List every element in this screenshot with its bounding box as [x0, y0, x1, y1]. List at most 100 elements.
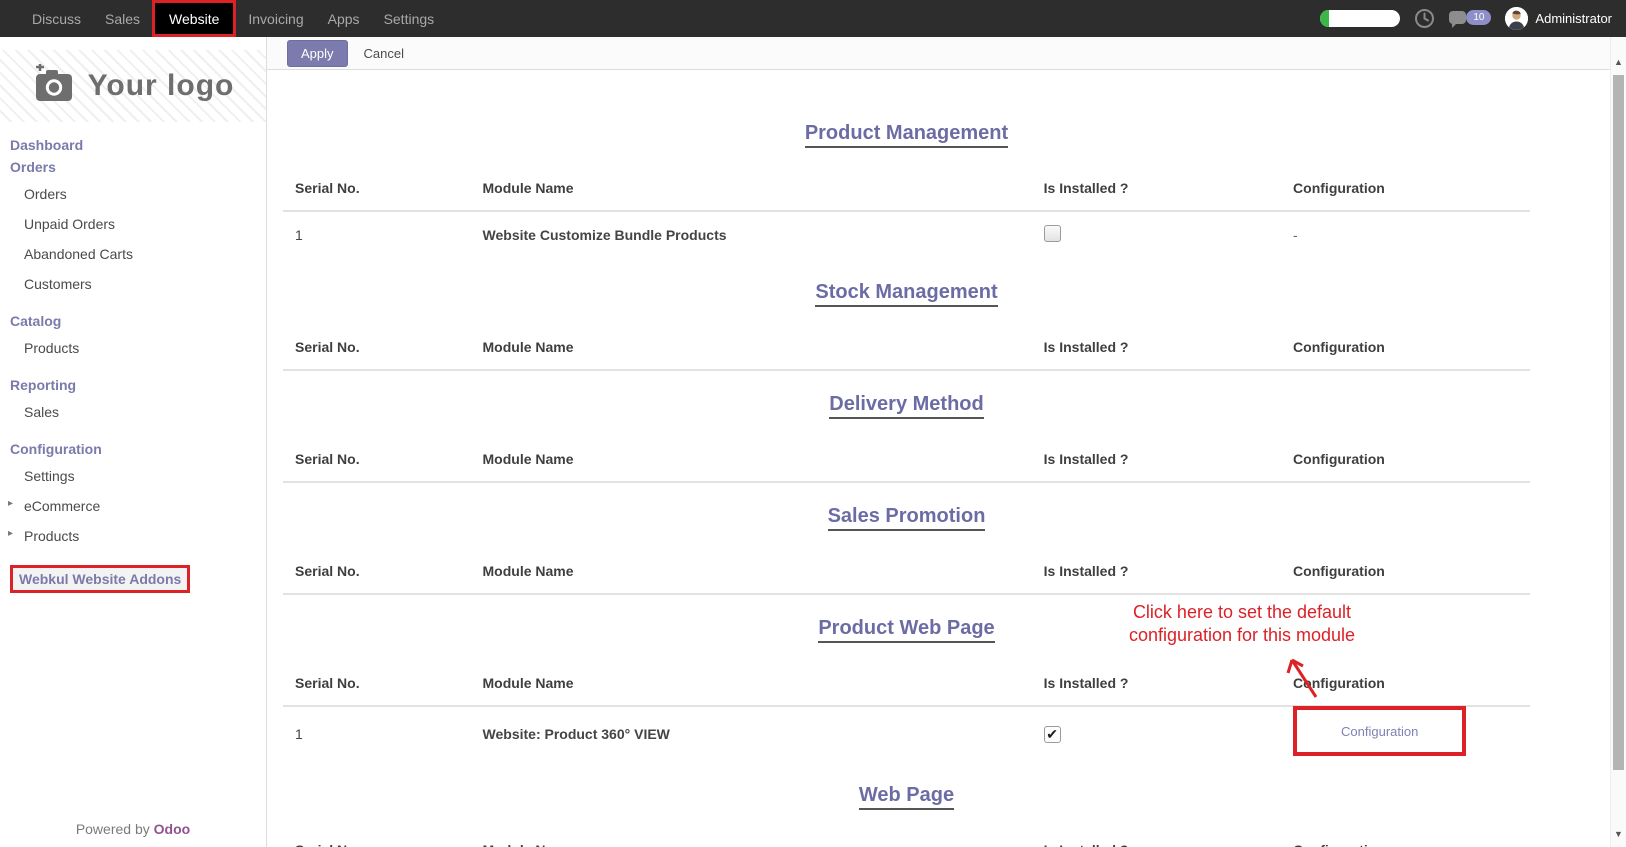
annotation-text: Click here to set the default configurat… — [992, 601, 1492, 647]
col-config: Configuration — [1293, 822, 1530, 847]
cancel-button[interactable]: Cancel — [364, 46, 404, 61]
nav-item-website[interactable]: Website — [152, 0, 236, 37]
col-config: Configuration — [1293, 160, 1530, 211]
module-name-cell: Website Customize Bundle Products — [483, 211, 1044, 259]
scroll-up-icon[interactable]: ▲ — [1611, 57, 1626, 67]
sidebar-header-orders: Orders — [10, 156, 256, 179]
sidebar-header-reporting: Reporting — [10, 363, 256, 397]
section-title: Stock Management — [283, 277, 1530, 307]
logo-placeholder[interactable]: Your logo — [0, 50, 266, 122]
table-row: 1 Website: Product 360° VIEW ✔ Configura… — [283, 706, 1530, 762]
col-module: Module Name — [483, 822, 1044, 847]
messages-icon[interactable]: 10 — [1449, 9, 1491, 29]
col-installed: Is Installed ? — [1044, 160, 1293, 211]
section-stock-management: Stock Management Serial No. Module Name … — [283, 259, 1530, 371]
expand-arrow-icon: ▸ — [8, 528, 13, 539]
section-web-page: Web Page Serial No. Module Name Is Insta… — [283, 762, 1530, 847]
powered-by: Powered by Odoo — [0, 821, 266, 837]
chat-bubble-icon — [1449, 11, 1466, 24]
sidebar-header-catalog: Catalog — [10, 299, 256, 333]
section-title: Sales Promotion — [283, 501, 1530, 531]
sidebar: Your logo Dashboard Orders Orders Unpaid… — [0, 37, 267, 847]
section-delivery-method: Delivery Method Serial No. Module Name I… — [283, 371, 1530, 483]
nav-item-invoicing[interactable]: Invoicing — [236, 0, 315, 37]
avatar — [1505, 7, 1528, 30]
sidebar-item-customers[interactable]: Customers — [10, 269, 256, 299]
user-menu[interactable]: Administrator — [1505, 7, 1612, 30]
col-config: Configuration — [1293, 431, 1530, 482]
sidebar-item-orders[interactable]: Orders — [10, 179, 256, 209]
nav-item-apps[interactable]: Apps — [316, 0, 372, 37]
col-serial: Serial No. — [283, 543, 483, 594]
camera-icon — [32, 64, 76, 109]
module-name-cell: Website: Product 360° VIEW — [483, 706, 1044, 762]
col-serial: Serial No. — [283, 319, 483, 370]
sidebar-item-products[interactable]: Products — [10, 333, 256, 363]
module-table: Serial No. Module Name Is Installed ? Co… — [283, 655, 1530, 762]
col-installed: Is Installed ? — [1044, 543, 1293, 594]
odoo-brand[interactable]: Odoo — [154, 821, 191, 837]
timer-progress-bar[interactable] — [1320, 10, 1400, 27]
module-table: Serial No. Module Name Is Installed ? Co… — [283, 431, 1530, 483]
col-installed: Is Installed ? — [1044, 822, 1293, 847]
sidebar-item-products-config[interactable]: ▸Products — [10, 521, 256, 551]
module-table: Serial No. Module Name Is Installed ? Co… — [283, 822, 1530, 847]
col-module: Module Name — [483, 655, 1044, 706]
col-serial: Serial No. — [283, 431, 483, 482]
activities-clock-icon[interactable] — [1414, 8, 1435, 29]
nav-item-settings[interactable]: Settings — [372, 0, 447, 37]
configuration-button[interactable]: Configuration — [1341, 724, 1418, 739]
sidebar-item-abandoned-carts[interactable]: Abandoned Carts — [10, 239, 256, 269]
sidebar-item-webkul-website-addons[interactable]: Webkul Website Addons — [10, 565, 190, 593]
form-statusbar: Apply Cancel — [267, 37, 1610, 70]
serial-cell: 1 — [283, 211, 483, 259]
serial-cell: 1 — [283, 706, 483, 762]
col-installed: Is Installed ? — [1044, 655, 1293, 706]
config-placeholder: - — [1293, 227, 1298, 243]
col-config: Configuration — [1293, 655, 1530, 706]
expand-arrow-icon: ▸ — [8, 498, 13, 509]
vertical-scrollbar[interactable]: ▲ ▼ — [1610, 37, 1626, 847]
module-table: Serial No. Module Name Is Installed ? Co… — [283, 543, 1530, 595]
sidebar-item-sales-report[interactable]: Sales — [10, 397, 256, 427]
annotation-arrow-icon — [1278, 653, 1326, 701]
section-sales-promotion: Sales Promotion Serial No. Module Name I… — [283, 483, 1530, 595]
top-navbar: Discuss Sales Website Invoicing Apps Set… — [0, 0, 1626, 37]
sidebar-nav: Dashboard Orders Orders Unpaid Orders Ab… — [0, 122, 266, 593]
sidebar-item-settings[interactable]: Settings — [10, 461, 256, 491]
table-row: 1 Website Customize Bundle Products - — [283, 211, 1530, 259]
section-title: Product Management — [283, 118, 1530, 148]
module-table: Serial No. Module Name Is Installed ? Co… — [283, 319, 1530, 371]
col-serial: Serial No. — [283, 160, 483, 211]
col-installed: Is Installed ? — [1044, 319, 1293, 370]
section-title: Delivery Method — [283, 389, 1530, 419]
section-title: Web Page — [283, 780, 1530, 810]
col-serial: Serial No. — [283, 655, 483, 706]
installed-checkbox[interactable] — [1044, 225, 1061, 242]
module-tables: Product Management Serial No. Module Nam… — [267, 70, 1610, 847]
col-module: Module Name — [483, 431, 1044, 482]
section-product-management: Product Management Serial No. Module Nam… — [283, 70, 1530, 259]
main-content: Apply Cancel Product Management Serial N… — [267, 37, 1610, 847]
col-config: Configuration — [1293, 319, 1530, 370]
scrollbar-thumb[interactable] — [1613, 75, 1624, 770]
user-name: Administrator — [1535, 11, 1612, 26]
systray: 10 Administrator — [1320, 7, 1612, 30]
sidebar-item-unpaid-orders[interactable]: Unpaid Orders — [10, 209, 256, 239]
installed-checkbox[interactable]: ✔ — [1044, 726, 1061, 743]
message-count-badge: 10 — [1466, 10, 1491, 25]
scroll-down-icon[interactable]: ▼ — [1611, 829, 1626, 839]
logo-text: Your logo — [88, 69, 235, 103]
col-config: Configuration — [1293, 543, 1530, 594]
app-menu: Discuss Sales Website Invoicing Apps Set… — [20, 0, 446, 37]
module-table: Serial No. Module Name Is Installed ? Co… — [283, 160, 1530, 259]
timer-progress-fill — [1320, 10, 1329, 27]
sidebar-item-dashboard[interactable]: Dashboard — [10, 132, 256, 156]
config-highlight-box: Configuration — [1293, 706, 1466, 756]
apply-button[interactable]: Apply — [287, 40, 348, 67]
col-module: Module Name — [483, 160, 1044, 211]
sidebar-item-ecommerce[interactable]: ▸eCommerce — [10, 491, 256, 521]
nav-item-discuss[interactable]: Discuss — [20, 0, 93, 37]
nav-item-sales[interactable]: Sales — [93, 0, 152, 37]
col-installed: Is Installed ? — [1044, 431, 1293, 482]
